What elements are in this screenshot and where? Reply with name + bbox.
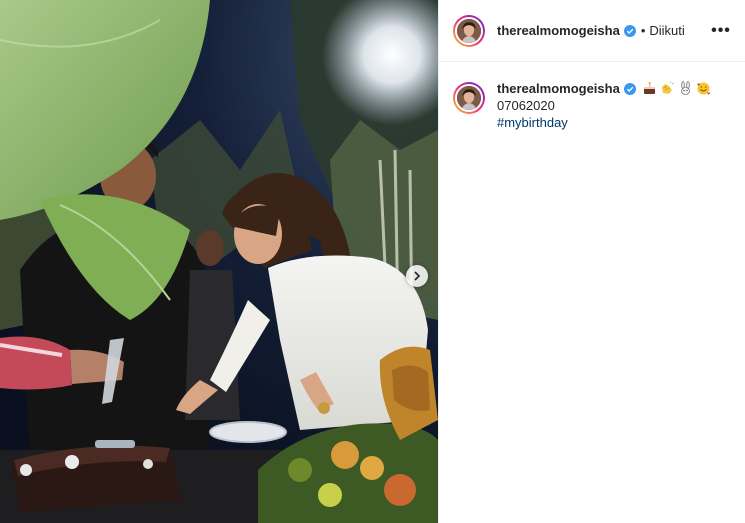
profile-photo xyxy=(457,86,481,110)
more-options-icon[interactable]: ••• xyxy=(709,19,733,43)
post-photo[interactable] xyxy=(0,0,438,523)
instagram-post: therealmomogeisha • Diikuti ••• therealm… xyxy=(0,0,745,523)
cake-emoji-icon xyxy=(642,81,657,96)
post-side-panel: therealmomogeisha • Diikuti ••• therealm… xyxy=(438,0,745,523)
chevron-right-icon xyxy=(414,271,421,281)
next-photo-button[interactable] xyxy=(406,265,428,287)
username-link[interactable]: therealmomogeisha xyxy=(497,23,620,38)
caption-username-link[interactable]: therealmomogeisha xyxy=(497,80,620,97)
birthday-party-photo xyxy=(0,0,438,523)
following-button[interactable]: Diikuti xyxy=(649,23,684,38)
hashtag-link[interactable]: #mybirthday xyxy=(497,114,711,131)
profile-photo xyxy=(457,18,481,43)
smiling-face-with-hearts-emoji-icon xyxy=(696,81,711,96)
caption-body: therealmomogeisha 07062020 #mybirthday xyxy=(497,80,711,131)
caption-emojis xyxy=(642,81,711,96)
caption-date-text: 07062020 xyxy=(497,98,555,113)
avatar[interactable] xyxy=(453,14,485,47)
clapping-hands-emoji-icon xyxy=(660,81,675,96)
post-header: therealmomogeisha • Diikuti ••• xyxy=(439,0,745,62)
verified-badge-icon xyxy=(623,82,636,95)
separator-dot: • xyxy=(640,23,646,38)
post-caption: therealmomogeisha 07062020 #mybirthday xyxy=(439,62,745,131)
rabbit-emoji-icon xyxy=(678,81,693,96)
caption-avatar[interactable] xyxy=(453,82,485,114)
verified-badge-icon xyxy=(623,24,636,37)
